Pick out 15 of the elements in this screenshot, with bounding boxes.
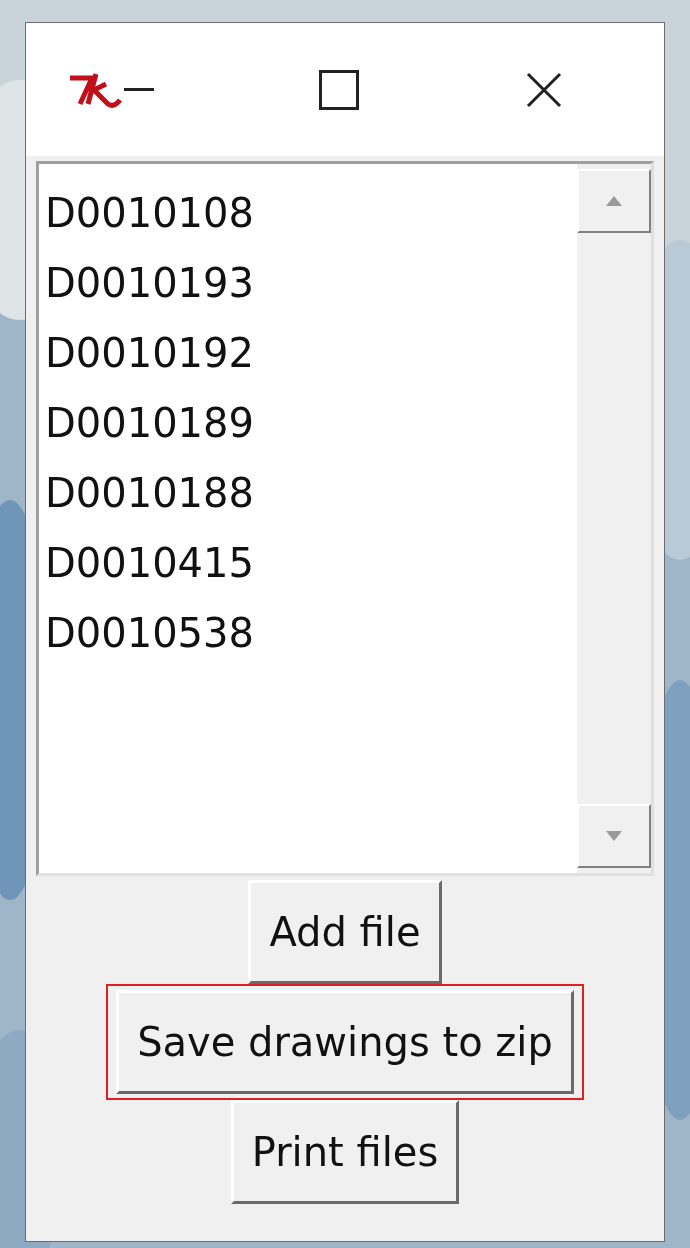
list-item[interactable]: D0010108 (45, 178, 254, 248)
list-item[interactable]: D0010415 (45, 528, 254, 598)
list-item[interactable]: D0010189 (45, 388, 254, 458)
list-item[interactable]: D0010193 (45, 248, 254, 318)
down-arrow-icon (606, 831, 622, 841)
list-item[interactable]: D0010192 (45, 318, 254, 388)
action-button[interactable]: Save drawings to zip (116, 990, 574, 1094)
list-item[interactable]: D0010188 (45, 458, 254, 528)
action-button[interactable]: Print files (230, 1100, 460, 1204)
action-button[interactable]: Add file (248, 880, 442, 984)
scroll-up-button[interactable] (577, 169, 651, 233)
scroll-down-button[interactable] (577, 804, 651, 868)
up-arrow-icon (606, 196, 622, 206)
scrollbar[interactable] (577, 164, 651, 873)
list-item[interactable]: D0010538 (45, 598, 254, 668)
